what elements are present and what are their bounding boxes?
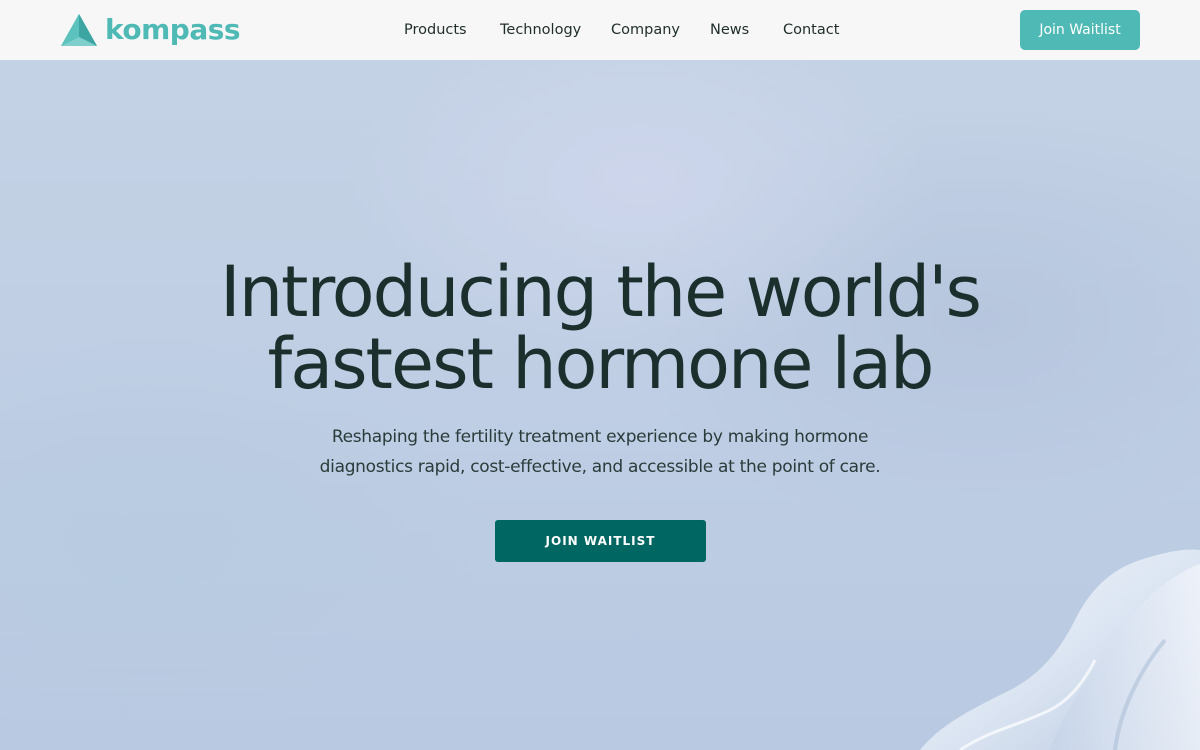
- nav-link-technology[interactable]: Technology: [500, 20, 581, 40]
- fabric-decoration-image: [920, 549, 1200, 750]
- hero-subheading: Reshaping the fertility treatment experi…: [200, 422, 1000, 482]
- nav-link-products[interactable]: Products: [404, 20, 467, 40]
- join-waitlist-header-button[interactable]: Join Waitlist: [1020, 10, 1140, 50]
- nav-link-company[interactable]: Company: [611, 20, 680, 40]
- join-waitlist-hero-button[interactable]: JOIN WAITLIST: [495, 520, 706, 562]
- nav-link-contact[interactable]: Contact: [783, 20, 839, 40]
- hero-headline-line-2: fastest hormone lab: [267, 323, 935, 405]
- hero-headline: Introducing the world's fastest hormone …: [100, 256, 1100, 400]
- site-header: kompass Products Technology Company News…: [0, 0, 1200, 60]
- hero-subheading-line-2: diagnostics rapid, cost-effective, and a…: [319, 457, 881, 477]
- nav-link-news[interactable]: News: [710, 20, 749, 40]
- hero-headline-line-1: Introducing the world's: [220, 251, 982, 333]
- hero-section: Introducing the world's fastest hormone …: [0, 60, 1200, 750]
- hero-subheading-line-1: Reshaping the fertility treatment experi…: [331, 427, 869, 447]
